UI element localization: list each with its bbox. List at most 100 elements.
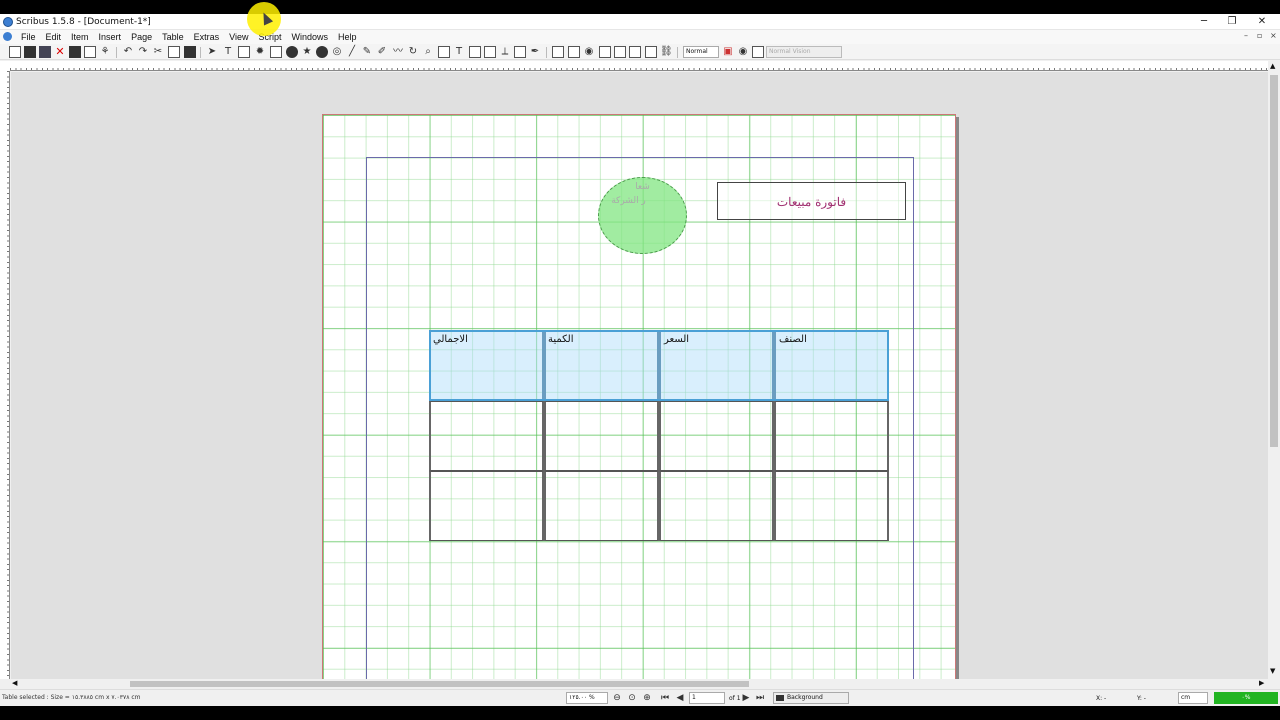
next-page-icon[interactable]: ▶: [741, 693, 751, 703]
menu-page[interactable]: Page: [126, 31, 157, 43]
table-cell[interactable]: [659, 471, 774, 541]
link-annotation-icon[interactable]: ⛓: [660, 46, 673, 58]
close-document-icon[interactable]: ✕: [54, 46, 66, 58]
table-icon[interactable]: [270, 46, 282, 58]
new-document-icon[interactable]: [9, 46, 21, 58]
table-cell[interactable]: [544, 471, 659, 541]
scroll-right-icon[interactable]: ▶: [1259, 679, 1264, 687]
unlink-frames-icon[interactable]: [484, 46, 496, 58]
mdi-restore-icon[interactable]: ▫: [1257, 31, 1262, 40]
undo-icon[interactable]: ↶: [122, 46, 134, 58]
edit-in-preview-icon[interactable]: [752, 46, 764, 58]
spiral-icon[interactable]: ◎: [331, 46, 343, 58]
zoom-field[interactable]: ١٢٥.٠٠ %: [566, 692, 608, 704]
vertical-ruler[interactable]: [0, 71, 10, 679]
copy-icon[interactable]: [168, 46, 180, 58]
arc-icon[interactable]: [316, 46, 328, 58]
table-cell[interactable]: [429, 401, 544, 471]
measure-icon[interactable]: ⟂: [499, 46, 511, 58]
shape-icon[interactable]: [286, 46, 298, 58]
minimize-button[interactable]: ─: [1190, 14, 1218, 30]
close-button[interactable]: ✕: [1248, 14, 1276, 30]
company-logo-ellipse[interactable]: شعا ر الشركة: [598, 177, 687, 254]
mdi-close-icon[interactable]: ×: [1270, 31, 1277, 40]
scroll-left-icon[interactable]: ◀: [12, 679, 17, 687]
first-page-icon[interactable]: ⏮: [660, 693, 670, 703]
menu-item[interactable]: Item: [66, 31, 94, 43]
pdf-textfield-icon[interactable]: [599, 46, 611, 58]
restore-button[interactable]: ❐: [1218, 14, 1246, 30]
invoice-title-frame[interactable]: فاتورة مبيعات: [717, 182, 906, 220]
text-frame-icon[interactable]: T: [222, 46, 234, 58]
polygon-icon[interactable]: ★: [301, 46, 313, 58]
eye-icon[interactable]: ◉: [737, 46, 749, 58]
table-cell[interactable]: [774, 471, 889, 541]
print-icon[interactable]: [69, 46, 81, 58]
zoom-icon[interactable]: ⌕: [422, 46, 434, 58]
eyedropper-icon[interactable]: ✒: [529, 46, 541, 58]
pdf-checkbox-icon[interactable]: [568, 46, 580, 58]
copy-properties-icon[interactable]: [514, 46, 526, 58]
document-page[interactable]: شعا ر الشركة فاتورة مبيعات الاجمالي الكم…: [322, 114, 956, 679]
redo-icon[interactable]: ↷: [137, 46, 149, 58]
open-icon[interactable]: [24, 46, 36, 58]
table-cell[interactable]: [659, 401, 774, 471]
page-number-field[interactable]: 1: [689, 692, 725, 704]
pdf-combobox-icon[interactable]: [614, 46, 626, 58]
image-preview-quality-select[interactable]: Normal: [683, 46, 719, 58]
y-coordinate: Y: -: [1137, 695, 1146, 702]
edit-text-icon[interactable]: T: [453, 46, 465, 58]
horizontal-ruler[interactable]: [10, 61, 1268, 71]
vertical-scroll-thumb[interactable]: [1270, 75, 1278, 447]
pdf-button-icon[interactable]: [552, 46, 564, 58]
link-frames-icon[interactable]: [469, 46, 481, 58]
edit-contents-icon[interactable]: [438, 46, 450, 58]
horizontal-scroll-thumb[interactable]: [130, 681, 749, 687]
mdi-minimize-icon[interactable]: –: [1244, 31, 1248, 40]
table-cell[interactable]: [544, 401, 659, 471]
paste-icon[interactable]: [184, 46, 196, 58]
horizontal-scrollbar[interactable]: ◀ ▶: [11, 679, 1268, 689]
invoice-table[interactable]: الاجمالي الكمية السعر الصنف: [429, 330, 889, 541]
menu-table[interactable]: Table: [157, 31, 189, 43]
ruler-corner[interactable]: [0, 61, 10, 71]
rotate-icon[interactable]: ↻: [407, 46, 419, 58]
last-page-icon[interactable]: ⏭: [755, 693, 765, 703]
menu-help[interactable]: Help: [333, 31, 362, 43]
freehand-icon[interactable]: ✐: [376, 46, 388, 58]
prev-page-icon[interactable]: ◀: [675, 693, 685, 703]
select-arrow-icon[interactable]: ➤: [206, 46, 218, 58]
render-frame-icon[interactable]: ✹: [254, 46, 266, 58]
pdf-listbox-icon[interactable]: [629, 46, 641, 58]
menu-extras[interactable]: Extras: [189, 31, 225, 43]
zoom-in-icon[interactable]: ⊕: [642, 693, 652, 703]
line-icon[interactable]: ╱: [346, 46, 358, 58]
table-cell[interactable]: [429, 471, 544, 541]
export-pdf-icon[interactable]: ⚘: [99, 46, 111, 58]
menu-file[interactable]: File: [16, 31, 41, 43]
image-frame-icon[interactable]: [238, 46, 250, 58]
menu-view[interactable]: View: [224, 31, 253, 43]
document-canvas[interactable]: شعا ر الشركة فاتورة مبيعات الاجمالي الكم…: [11, 72, 1268, 679]
vertical-scrollbar[interactable]: ▲ ▼: [1268, 61, 1280, 679]
unit-select[interactable]: cm: [1178, 692, 1208, 704]
save-icon[interactable]: [39, 46, 51, 58]
pdf-radio-icon[interactable]: ◉: [583, 46, 595, 58]
scroll-up-icon[interactable]: ▲: [1270, 62, 1275, 70]
preflight-icon[interactable]: [84, 46, 96, 58]
scroll-down-icon[interactable]: ▼: [1270, 667, 1275, 675]
zoom-out-icon[interactable]: ⊖: [612, 693, 622, 703]
preview-mode-icon[interactable]: ▣: [722, 46, 734, 58]
table-cell[interactable]: [774, 401, 889, 471]
calligraphic-icon[interactable]: 〰: [392, 46, 404, 58]
menu-insert[interactable]: Insert: [94, 31, 127, 43]
cut-icon[interactable]: ✂: [152, 46, 164, 58]
logo-text-line2: ر الشركة: [611, 196, 646, 206]
vision-mode-select[interactable]: Normal Vision: [766, 46, 842, 58]
bezier-icon[interactable]: ✎: [361, 46, 373, 58]
menu-edit[interactable]: Edit: [41, 31, 67, 43]
menu-windows[interactable]: Windows: [287, 31, 334, 43]
text-annotation-icon[interactable]: [645, 46, 657, 58]
zoom-100-icon[interactable]: ⊙: [627, 693, 637, 703]
layer-select[interactable]: Background: [773, 692, 849, 704]
